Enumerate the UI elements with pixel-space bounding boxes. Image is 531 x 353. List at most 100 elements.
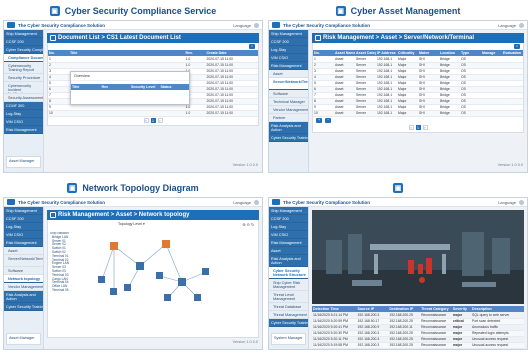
event-row[interactable]: 11/16/2020 5:19:58 PM 192.168.200.3 192.16… <box>312 342 524 349</box>
server-node-icon <box>162 240 170 248</box>
page-button[interactable]: 1 <box>415 125 421 130</box>
sidebar-item[interactable]: Vendor Management <box>4 283 43 291</box>
sidebar-item[interactable]: Cyber Security Compliance <box>4 46 43 54</box>
ship-3d-viewport[interactable] <box>312 210 524 304</box>
sidebar-item[interactable]: Risk Management <box>269 239 308 247</box>
sidebar-item[interactable]: Ship Management <box>4 30 43 38</box>
delete-button[interactable]: − <box>325 117 332 123</box>
user-avatar-icon[interactable] <box>254 22 259 28</box>
sidebar-item[interactable]: CCSF 200 <box>4 38 43 46</box>
sidebar-item[interactable]: VIM CSIO <box>269 231 308 239</box>
sidebar-item[interactable]: Threat Management <box>269 311 308 319</box>
language-selector[interactable]: Language <box>498 200 516 205</box>
search-button[interactable]: ⌕ <box>248 44 255 49</box>
sidebar-item[interactable]: Threat Database <box>269 303 308 311</box>
brand-name: The Cyber Security Compliance Solution <box>18 22 106 28</box>
sidebar-item[interactable]: Asset <box>269 247 308 255</box>
panel-title: Risk Management > Asset > Network topolo… <box>58 212 190 218</box>
topology-level-field[interactable]: Topology Level ▾ <box>118 222 145 226</box>
sidebar-bottom-card[interactable]: Asset Manager <box>6 333 41 345</box>
sidebar-item[interactable]: Security Procedure <box>4 74 43 82</box>
document-list-panel: ⌕ No. Title Rev. Create Date 1 1.0 2020-07… <box>47 43 259 126</box>
sidebar-item[interactable]: Asset <box>269 70 308 78</box>
zoom-out-icon[interactable]: ⊖ <box>247 223 250 227</box>
sidebar-item[interactable]: Ship Cyber Risk Management <box>269 279 308 291</box>
sidebar-item-active[interactable]: Compliance Document List <box>4 54 43 62</box>
network-topology-screen: ▣ Network Topology Diagram The Cyber Sec… <box>3 180 263 350</box>
register-button[interactable]: + <box>316 117 323 123</box>
zoom-in-icon[interactable]: ⊕ <box>242 223 245 227</box>
page-prev-button[interactable]: ‹ <box>408 125 414 130</box>
app-logo-icon: ▣ <box>67 183 78 193</box>
sidebar-item-active[interactable]: Cyber Security Network Structure <box>269 267 308 279</box>
sidebar-item[interactable]: Log-Stay <box>269 223 308 231</box>
sidebar-item[interactable]: Technical Manager <box>269 98 308 106</box>
ship-3d-view-screen: ▣ The Cyber Security Compliance Solution… <box>268 180 528 350</box>
page-prev-button[interactable]: ‹ <box>143 118 149 123</box>
sidebar-item[interactable]: Risk Management <box>4 126 43 134</box>
sidebar-bottom-card[interactable]: Asset Manager <box>6 156 41 168</box>
sidebar-item[interactable]: Server/Network/Terminal <box>4 255 43 267</box>
sidebar: Ship Management CCSF 200 Log-Stay VIM CS… <box>269 207 309 349</box>
document-overview-popup[interactable]: Overview Title Rev Security Level Status <box>70 71 190 105</box>
table-row[interactable]: 10 Asset Server 192.168.1 Major SHI Bridge OS <box>313 110 523 117</box>
sidebar-item[interactable]: Ship Management <box>4 207 43 215</box>
sidebar-item[interactable]: Cybersecurity Incident Notification <box>4 82 43 94</box>
user-avatar-icon[interactable] <box>519 199 524 205</box>
sidebar-item[interactable]: Security Assessment <box>4 94 43 102</box>
sidebar-item[interactable]: CCSF 200 <box>269 38 308 46</box>
language-selector[interactable]: Language <box>233 23 251 28</box>
terminal-node-icon <box>124 284 131 291</box>
sidebar-item[interactable]: Risk Management <box>4 239 43 247</box>
user-avatar-icon[interactable] <box>519 22 524 28</box>
sidebar-item[interactable]: Vendor Management <box>269 106 308 114</box>
sidebar-item[interactable]: VIM CSIO <box>269 54 308 62</box>
language-selector[interactable]: Language <box>233 200 251 205</box>
page-next-button[interactable]: › <box>422 125 428 130</box>
tree-node[interactable]: Terminal 05 <box>50 288 80 293</box>
switch-node-icon <box>178 278 186 286</box>
sidebar-item[interactable]: Ship Management <box>269 30 308 38</box>
sidebar-bottom-card[interactable]: System Manager <box>271 333 306 345</box>
page-next-button[interactable]: › <box>157 118 163 123</box>
sidebar-item[interactable]: VIM CSIO <box>4 118 43 126</box>
sidebar-item[interactable]: Risk Management <box>269 62 308 70</box>
sidebar-item[interactable]: Asset <box>4 247 43 255</box>
sidebar-item[interactable]: Ship Management <box>269 207 308 215</box>
language-selector[interactable]: Language <box>498 23 516 28</box>
refresh-icon[interactable]: ↻ <box>251 223 254 227</box>
sidebar-item[interactable]: VIM CSIO <box>4 231 43 239</box>
top-bar: The Cyber Security Compliance Solution L… <box>269 21 527 30</box>
page-button[interactable]: 1 <box>150 118 156 123</box>
sidebar-item[interactable]: Cyber Security Training <box>4 303 43 311</box>
sidebar-item[interactable]: CCMF 300 <box>4 102 43 110</box>
sidebar-item[interactable]: Cyber Security Training <box>269 134 308 142</box>
sidebar-item[interactable]: Risk Analysis and Action <box>4 291 43 303</box>
table-actions: + − <box>313 117 523 124</box>
sidebar-item[interactable]: Threat Level Management <box>269 291 308 303</box>
document-icon <box>50 35 56 41</box>
threat-event-table: Detection Time Source IP Destination IP Thr… <box>312 306 524 349</box>
terminal-node-icon <box>110 288 117 295</box>
sidebar-item[interactable]: Partner <box>269 114 308 122</box>
user-avatar-icon[interactable] <box>254 199 259 205</box>
screen-title: ▣ Cyber Security Compliance Service <box>3 3 263 19</box>
sidebar-item[interactable]: Cybersecurity Training Report <box>4 62 43 74</box>
sidebar-item[interactable]: Software <box>269 90 308 98</box>
sidebar-item[interactable]: Log-Stay <box>269 46 308 54</box>
sidebar-item[interactable]: Risk Analysis and Action <box>269 122 308 134</box>
sidebar-item[interactable]: Risk Analysis and Action <box>269 255 308 267</box>
sidebar-item[interactable]: CCSF 200 <box>4 215 43 223</box>
table-cell: Asset <box>334 110 355 117</box>
sidebar-item-active[interactable]: Server/Network/Terminal <box>269 78 308 90</box>
sidebar-item[interactable]: Cyber Security Training <box>269 319 308 327</box>
table-row[interactable]: 10 1.0 2020-07-15 11:00 <box>48 110 258 117</box>
sidebar-item[interactable]: Log-Stay <box>4 223 43 231</box>
popup-title: Overview <box>71 72 189 81</box>
sidebar-item[interactable]: Log-Stay <box>4 110 43 118</box>
sidebar-item[interactable]: Software <box>4 267 43 275</box>
search-button[interactable]: ⌕ <box>513 44 520 49</box>
sidebar-item-active[interactable]: Network topology <box>4 275 43 283</box>
sidebar-item[interactable]: CCSF 200 <box>269 215 308 223</box>
asset-list-panel: ⌕ No.Asset NameAsset CategoryIP AddressC… <box>312 43 524 133</box>
